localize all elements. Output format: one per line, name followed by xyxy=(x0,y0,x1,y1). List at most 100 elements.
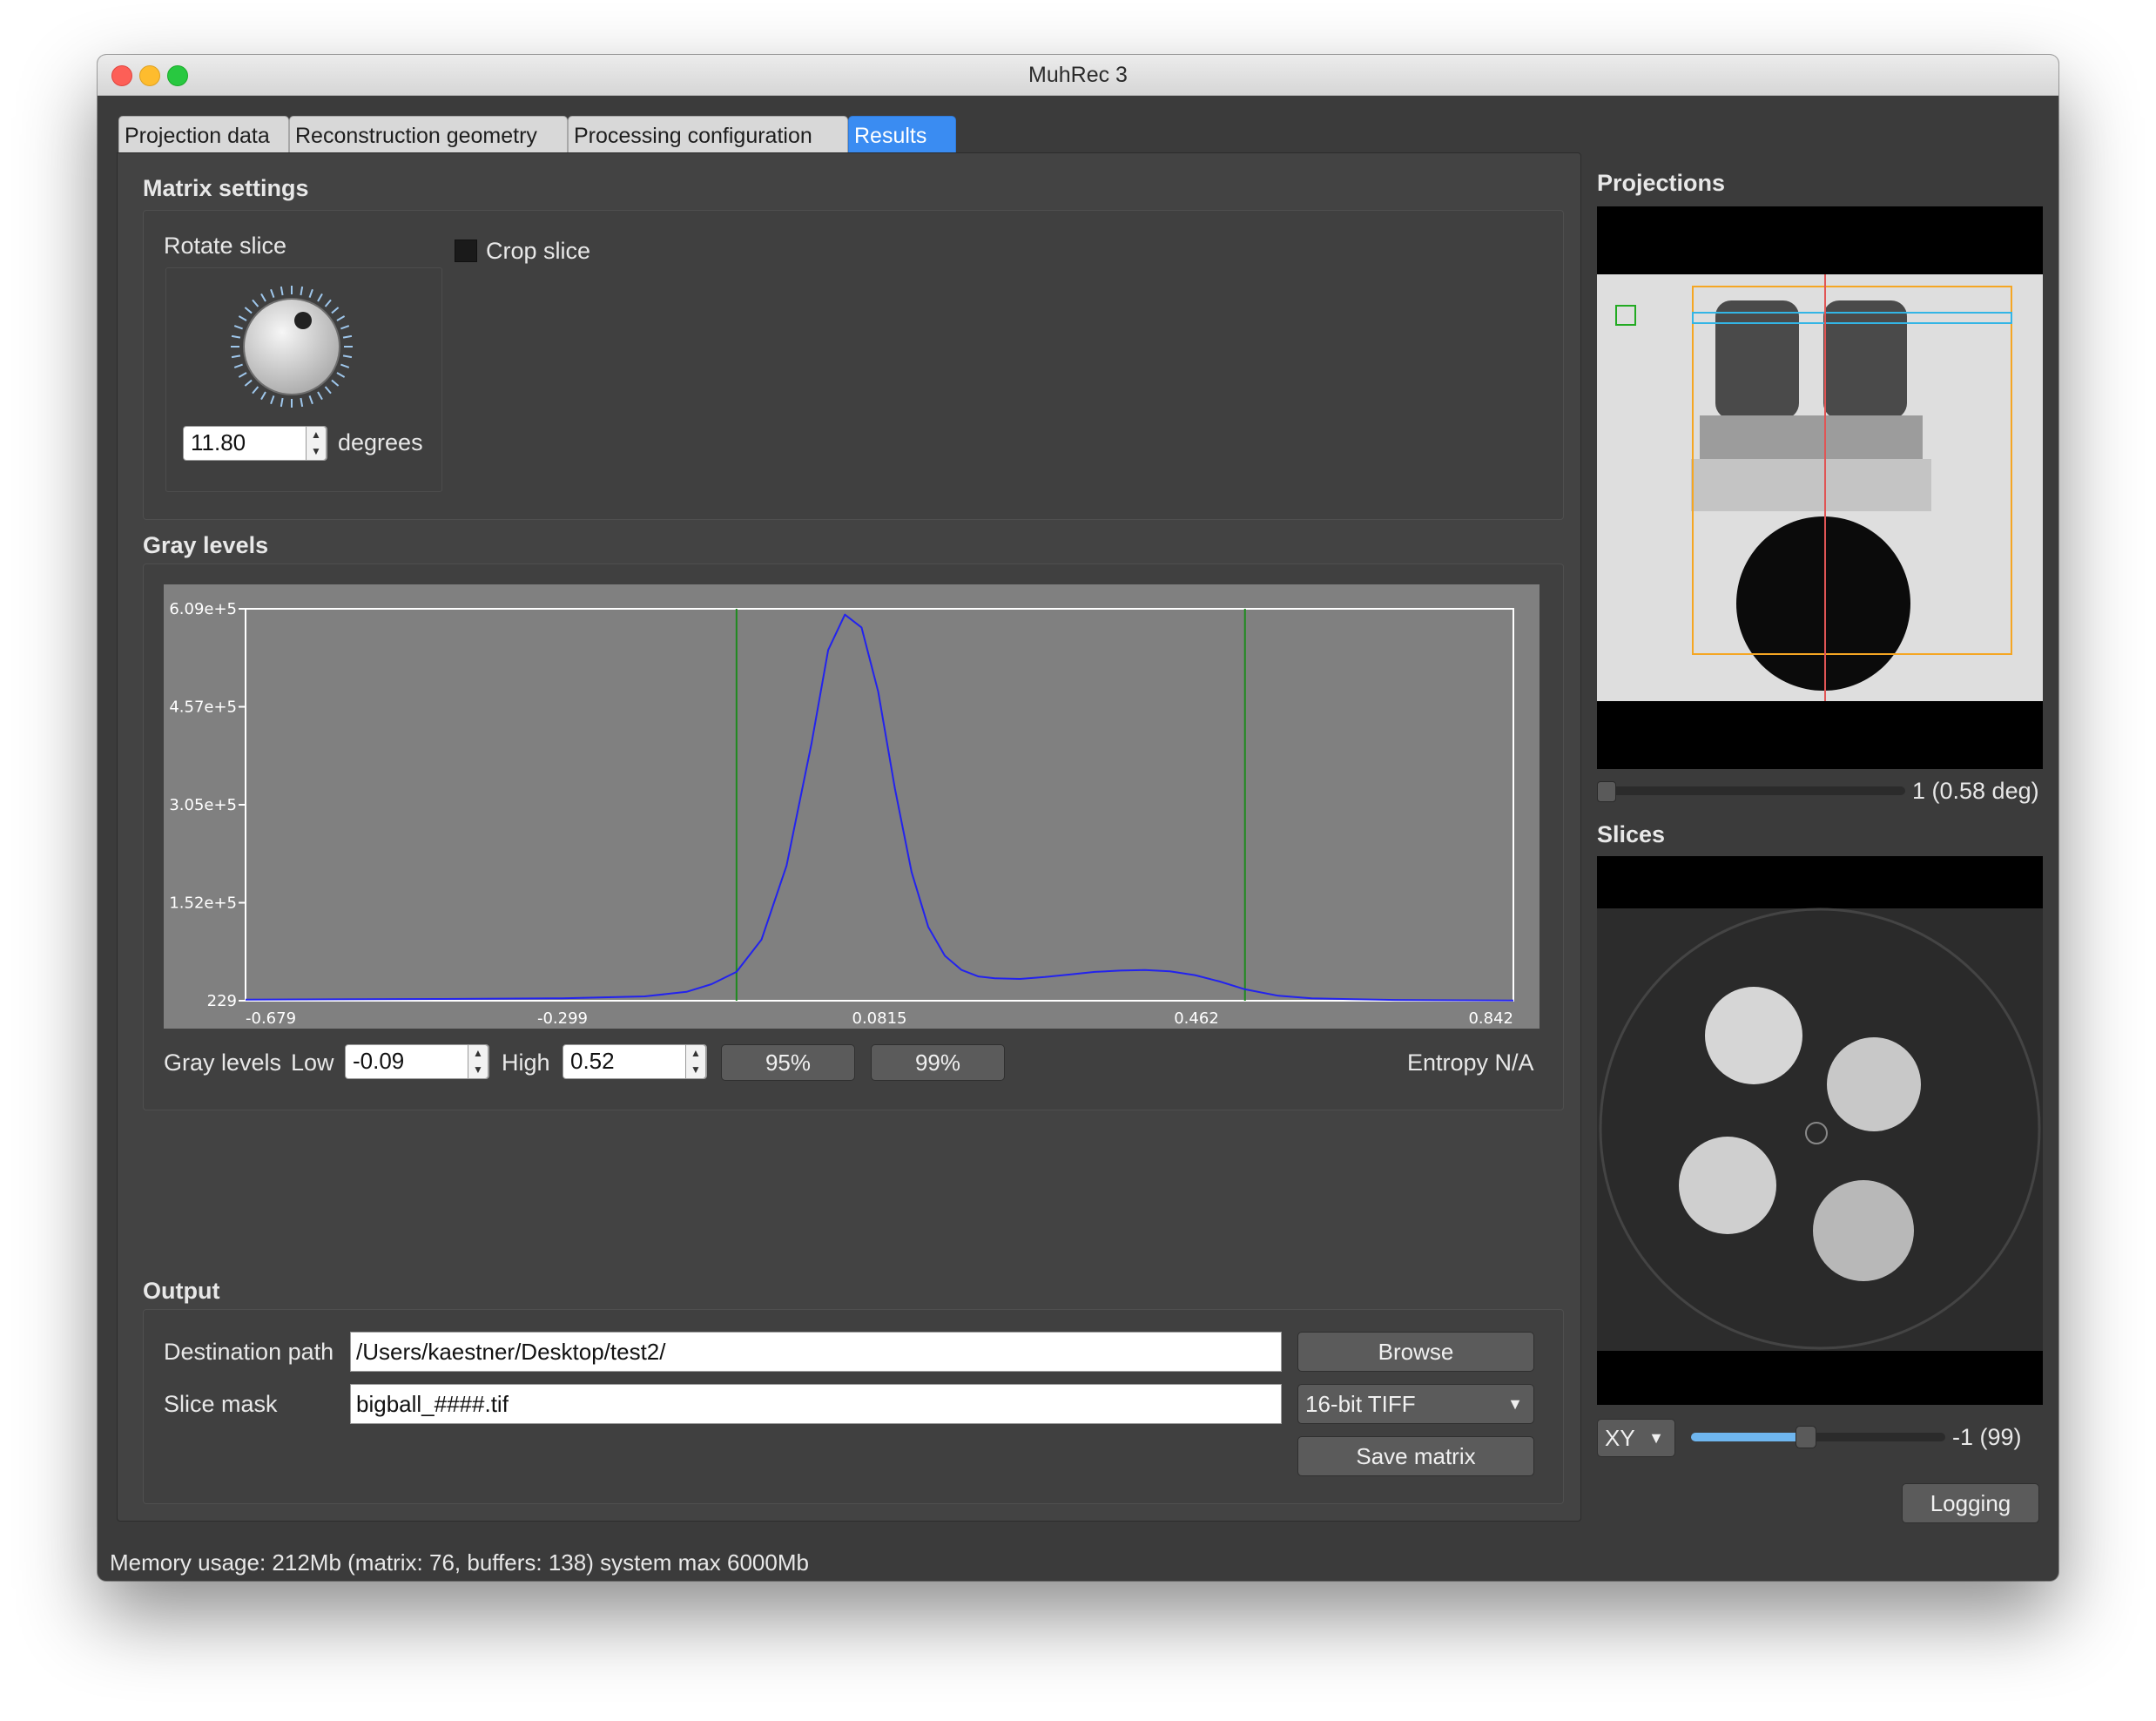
high-arrows[interactable]: ▲ ▼ xyxy=(685,1044,706,1079)
percentile-95-button[interactable]: 95% xyxy=(721,1044,855,1081)
knob-tick xyxy=(317,293,323,302)
tab-projection-data[interactable]: Projection data xyxy=(118,116,289,154)
chevron-down-icon[interactable]: ▼ xyxy=(468,1062,488,1078)
slice-slider-handle[interactable] xyxy=(1796,1426,1817,1448)
knob-tick xyxy=(331,379,340,387)
slice-mask-field[interactable] xyxy=(350,1384,1282,1424)
knob-tick xyxy=(308,288,313,298)
high-spinbox[interactable]: ▲▼ xyxy=(563,1044,707,1079)
knob-tick xyxy=(270,395,275,405)
knob-tick xyxy=(260,391,266,401)
knob-tick xyxy=(317,391,323,401)
knob-tick xyxy=(280,397,284,408)
projections-heading: Projections xyxy=(1597,170,1726,196)
destination-path-label: Destination path xyxy=(164,1339,334,1365)
output-heading: Output xyxy=(143,1278,220,1304)
knob-tick xyxy=(252,386,259,395)
projection-slider-track[interactable] xyxy=(1597,786,1905,795)
projection-index-label: 1 (0.58 deg) xyxy=(1912,778,2039,804)
histogram-chart[interactable]: 229 1.52e+5 3.05e+5 4.57e+5 6.09e+5 -0.679 -0… xyxy=(164,584,1540,1029)
matrix-settings-heading: Matrix settings xyxy=(143,175,309,201)
x-tick-label: 0.842 xyxy=(1468,1009,1513,1028)
knob-tick xyxy=(308,395,313,405)
y-tick-label: 4.57e+5 xyxy=(169,699,237,717)
chevron-down-icon: ▼ xyxy=(1507,1395,1523,1413)
tab-processing-configuration[interactable]: Processing configuration xyxy=(568,116,848,154)
save-matrix-button[interactable]: Save matrix xyxy=(1297,1436,1534,1476)
knob-tick xyxy=(270,288,275,298)
destination-path-field[interactable] xyxy=(350,1332,1282,1372)
low-label: Low xyxy=(291,1049,334,1076)
chevron-up-icon[interactable]: ▲ xyxy=(686,1045,705,1062)
low-spinbox[interactable]: ▲▼ xyxy=(345,1044,489,1079)
knob-tick xyxy=(233,363,243,368)
chevron-down-icon[interactable]: ▼ xyxy=(686,1062,705,1078)
file-format-value: 16-bit TIFF xyxy=(1305,1391,1416,1417)
gray-levels-heading: Gray levels xyxy=(143,532,269,558)
knob-tick xyxy=(342,354,353,359)
slice-particle-3 xyxy=(1679,1137,1776,1234)
high-label: High xyxy=(502,1049,550,1076)
slice-mask-label: Slice mask xyxy=(164,1391,278,1417)
knob-tick xyxy=(300,397,304,408)
tab-reconstruction-geometry[interactable]: Reconstruction geometry xyxy=(289,116,568,154)
y-tick-label: 1.52e+5 xyxy=(169,894,237,913)
knob-tick xyxy=(231,334,241,339)
main-window: MuhRec 3 Projection data Reconstruction … xyxy=(98,55,2058,1581)
projection-holder-base xyxy=(1691,459,1931,511)
slice-slider-fill xyxy=(1691,1433,1806,1441)
browse-button[interactable]: Browse xyxy=(1297,1332,1534,1372)
slice-image[interactable] xyxy=(1597,856,2043,1405)
destination-path-input[interactable] xyxy=(351,1333,1281,1371)
chevron-up-icon[interactable]: ▲ xyxy=(307,427,326,443)
rotate-angle-arrows[interactable]: ▲ ▼ xyxy=(306,426,327,461)
slice-index-label: -1 (99) xyxy=(1952,1424,2022,1450)
slices-heading: Slices xyxy=(1597,821,1666,847)
projection-cylinder-right xyxy=(1823,300,1907,419)
slice-sample-disk xyxy=(1599,908,2041,1350)
title-bar: MuhRec 3 xyxy=(98,55,2058,96)
low-arrows[interactable]: ▲ ▼ xyxy=(468,1044,488,1079)
projection-holder xyxy=(1700,415,1923,464)
y-tick-label: 6.09e+5 xyxy=(169,600,237,618)
crop-slice-label: Crop slice xyxy=(486,238,591,264)
knob-tick xyxy=(280,286,284,296)
knob-indicator xyxy=(294,312,312,329)
x-tick-label: 0.462 xyxy=(1174,1009,1219,1028)
logging-button[interactable]: Logging xyxy=(1902,1483,2039,1523)
chevron-up-icon[interactable]: ▲ xyxy=(468,1045,488,1062)
slice-particle-4 xyxy=(1813,1180,1914,1281)
chevron-down-icon[interactable]: ▼ xyxy=(307,443,326,460)
projection-slider-handle[interactable] xyxy=(1597,781,1616,802)
slice-mask-input[interactable] xyxy=(351,1385,1281,1423)
knob-tick xyxy=(252,299,259,307)
knob-tick xyxy=(238,372,247,378)
x-tick-label: -0.299 xyxy=(537,1009,588,1028)
knob-tick xyxy=(324,299,332,307)
projection-cylinder-left xyxy=(1715,300,1799,419)
x-tick-label: 0.0815 xyxy=(852,1009,907,1028)
gray-levels-row-label: Gray levels xyxy=(164,1049,282,1076)
percentile-99-button[interactable]: 99% xyxy=(871,1044,1005,1081)
knob-tick xyxy=(336,315,346,321)
knob-tick xyxy=(238,315,247,321)
knob-tick xyxy=(233,325,243,330)
histogram-background xyxy=(164,584,1540,1029)
tab-results[interactable]: Results xyxy=(848,116,956,154)
file-format-select[interactable]: 16-bit TIFF ▼ xyxy=(1297,1384,1534,1424)
projection-image[interactable] xyxy=(1597,206,2043,769)
knob-tick xyxy=(342,334,353,339)
rotate-angle-spinbox[interactable]: ▲▼ xyxy=(183,426,327,461)
rotate-knob[interactable] xyxy=(226,281,357,412)
slice-plane-select[interactable]: XY ▼ xyxy=(1597,1419,1675,1457)
degrees-label: degrees xyxy=(338,429,423,456)
knob-tick xyxy=(336,372,346,378)
slice-particle-1 xyxy=(1705,987,1802,1084)
chevron-down-icon: ▼ xyxy=(1648,1429,1664,1447)
x-tick-label: -0.679 xyxy=(246,1009,296,1028)
knob-tick xyxy=(244,379,253,387)
y-tick-label: 229 xyxy=(207,992,237,1010)
crop-slice-checkbox[interactable] xyxy=(455,240,477,262)
slice-slider-track[interactable] xyxy=(1691,1433,1945,1441)
slice-particle-2 xyxy=(1827,1037,1921,1131)
